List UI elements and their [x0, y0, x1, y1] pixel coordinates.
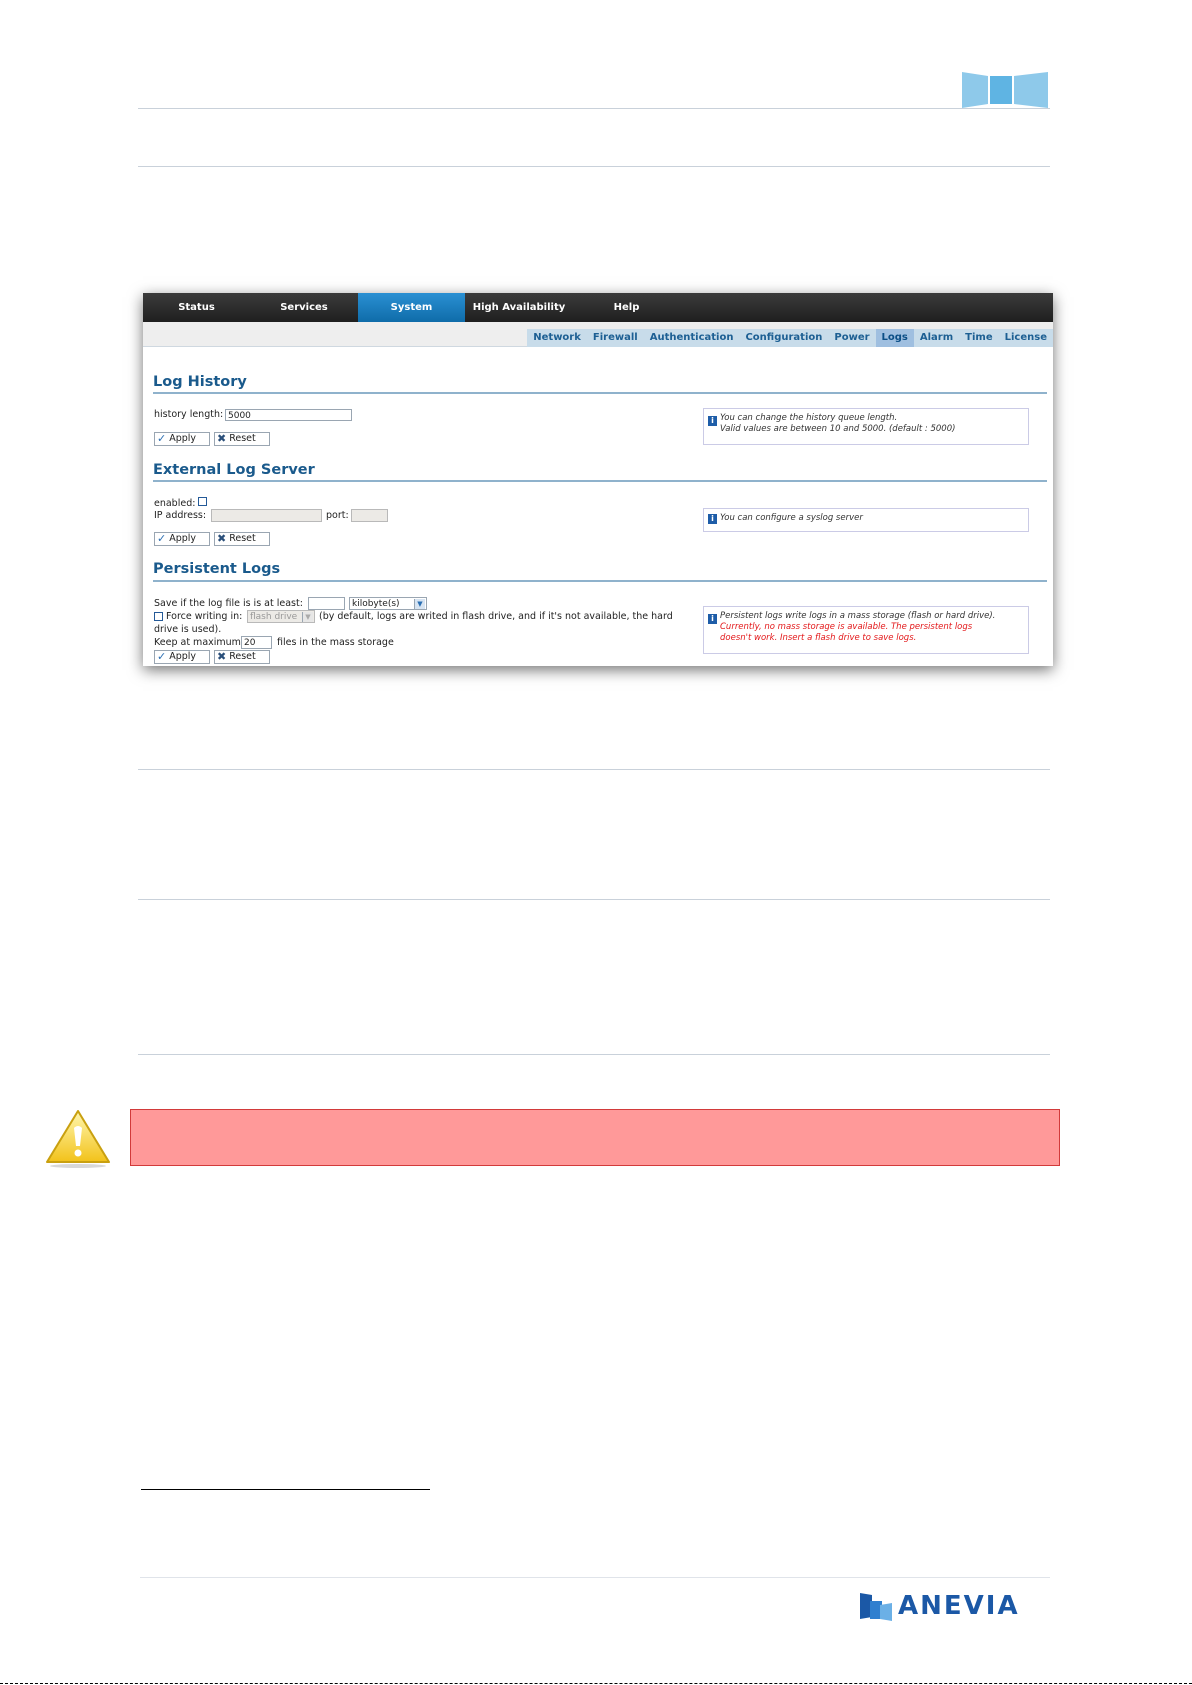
reset-label: Reset — [229, 533, 256, 544]
chevron-down-icon: ▼ — [302, 612, 313, 622]
warning-banner — [130, 1109, 1060, 1166]
history-length-input[interactable]: 5000 — [225, 409, 352, 421]
info-icon: i — [708, 416, 717, 426]
warning-icon — [46, 1110, 110, 1168]
anevia-mark-icon — [860, 1593, 892, 1621]
keep-maximum-input[interactable]: 20 — [241, 636, 272, 649]
apply-label: Apply — [169, 533, 197, 544]
top-navigation: Status Services System High Availability… — [143, 293, 1053, 322]
enabled-checkbox[interactable] — [198, 497, 207, 506]
port-input[interactable] — [351, 509, 388, 522]
external-reset-button[interactable]: ✖ Reset — [214, 532, 270, 546]
ip-address-label: IP address: — [154, 510, 207, 521]
external-log-server-info: i You can configure a syslog server — [703, 508, 1029, 532]
section-rule — [138, 166, 1050, 167]
keep-maximum-label: Keep at maximum: — [154, 637, 245, 648]
enabled-label: enabled: — [154, 498, 196, 509]
reset-label: Reset — [229, 433, 256, 444]
tab-services[interactable]: Services — [250, 293, 358, 322]
info-icon: i — [708, 514, 717, 524]
info-warning-line: Currently, no mass storage is available.… — [720, 622, 973, 632]
ip-address-input[interactable] — [211, 509, 322, 522]
external-log-server-rule — [153, 480, 1047, 482]
section-rule — [138, 1054, 1050, 1055]
info-line: You can change the history queue length. — [720, 413, 898, 423]
log-history-rule — [153, 392, 1047, 394]
apply-label: Apply — [169, 433, 197, 444]
info-warning-line: doesn't work. Insert a flash drive to sa… — [720, 633, 917, 643]
anevia-header-logo — [962, 72, 1048, 108]
select-value: kilobyte(s) — [352, 599, 400, 609]
check-icon: ✓ — [157, 532, 167, 545]
close-icon: ✖ — [217, 532, 227, 545]
subtab-license[interactable]: License — [999, 329, 1053, 347]
log-history-apply-button[interactable]: ✓ Apply — [154, 432, 210, 446]
header-rule — [138, 108, 1050, 109]
subtab-time[interactable]: Time — [959, 329, 998, 347]
subtab-authentication[interactable]: Authentication — [644, 329, 740, 347]
force-note-line2: drive is used). — [154, 624, 222, 635]
subtab-network[interactable]: Network — [527, 329, 587, 347]
reset-label: Reset — [229, 651, 256, 662]
section-rule — [138, 769, 1050, 770]
chevron-down-icon: ▼ — [414, 599, 425, 609]
tab-system[interactable]: System — [358, 293, 465, 322]
persistent-logs-info: i Persistent logs write logs in a mass s… — [703, 606, 1029, 654]
check-icon: ✓ — [157, 650, 167, 663]
keep-maximum-suffix: files in the mass storage — [277, 637, 394, 648]
log-history-title: Log History — [153, 374, 247, 390]
footer-rule — [140, 1577, 1050, 1578]
subtab-configuration[interactable]: Configuration — [739, 329, 828, 347]
persistent-reset-button[interactable]: ✖ Reset — [214, 650, 270, 664]
external-apply-button[interactable]: ✓ Apply — [154, 532, 210, 546]
save-threshold-label: Save if the log file is is at least: — [154, 598, 303, 609]
port-label: port: — [326, 510, 349, 521]
apply-label: Apply — [169, 651, 197, 662]
info-icon: i — [708, 614, 717, 624]
info-line: You can configure a syslog server — [720, 513, 863, 523]
history-length-label: history length: — [154, 409, 224, 420]
footnote-rule — [141, 1489, 430, 1490]
persistent-logs-rule — [153, 580, 1047, 582]
close-icon: ✖ — [217, 650, 227, 663]
size-threshold-input[interactable] — [308, 597, 345, 610]
sub-navigation: Network Firewall Authentication Configur… — [527, 329, 1053, 347]
anevia-footer-logo: ANEVIA — [860, 1588, 1020, 1624]
size-unit-select[interactable]: kilobyte(s) ▼ — [349, 597, 427, 610]
info-line: Persistent logs write logs in a mass sto… — [720, 611, 996, 621]
subtab-power[interactable]: Power — [828, 329, 875, 347]
tab-help[interactable]: Help — [573, 293, 680, 322]
close-icon: ✖ — [217, 432, 227, 445]
force-writing-label: Force writing in: — [166, 611, 243, 622]
subtab-logs[interactable]: Logs — [875, 329, 914, 347]
page-bottom-rule — [0, 1683, 1192, 1684]
persistent-apply-button[interactable]: ✓ Apply — [154, 650, 210, 664]
force-writing-checkbox[interactable] — [154, 612, 163, 621]
force-note-line1: (by default, logs are writed in flash dr… — [319, 611, 673, 622]
tab-status[interactable]: Status — [143, 293, 250, 322]
check-icon: ✓ — [157, 432, 167, 445]
logs-screenshot: Status Services System High Availability… — [143, 293, 1053, 666]
section-rule — [138, 899, 1050, 900]
subtab-alarm[interactable]: Alarm — [914, 329, 959, 347]
force-target-select[interactable]: flash drive ▼ — [247, 610, 315, 623]
persistent-logs-title: Persistent Logs — [153, 561, 281, 577]
select-value: flash drive — [250, 612, 298, 622]
tab-high-availability[interactable]: High Availability — [465, 293, 573, 322]
brand-wordmark: ANEVIA — [898, 1591, 1020, 1621]
log-history-reset-button[interactable]: ✖ Reset — [214, 432, 270, 446]
subtab-firewall[interactable]: Firewall — [587, 329, 644, 347]
log-history-info: i You can change the history queue lengt… — [703, 408, 1029, 445]
info-line: Valid values are between 10 and 5000. (d… — [720, 424, 956, 434]
external-log-server-title: External Log Server — [153, 462, 315, 478]
